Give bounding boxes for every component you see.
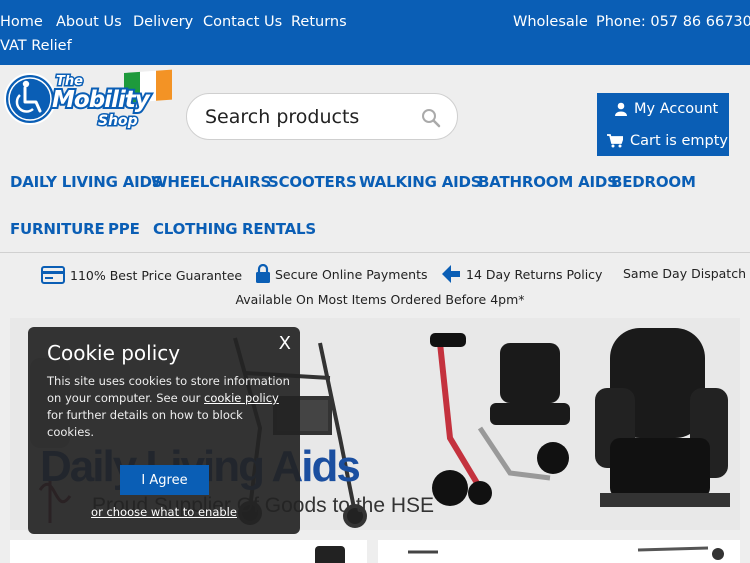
site-logo[interactable]: The Mobility Shop — [4, 69, 174, 137]
credit-card-icon — [41, 266, 65, 284]
search-icon[interactable] — [421, 108, 441, 128]
logo-graphic: The Mobility Shop — [4, 69, 172, 131]
cart-label: Cart is empty — [630, 133, 728, 149]
site-header: The Mobility Shop My Account — [0, 65, 750, 165]
cookie-title: Cookie policy — [47, 341, 181, 365]
nav-link-contact-us[interactable]: Contact Us — [203, 14, 282, 30]
nav-wheelchairs[interactable]: WHEELCHAIRS — [151, 173, 271, 191]
usp-dispatch-note: Available On Most Items Ordered Before 4… — [235, 292, 525, 307]
usp-price-guarantee: 110% Best Price Guarantee — [41, 266, 242, 284]
nav-link-returns[interactable]: Returns — [291, 14, 347, 30]
usp-secure-label: Secure Online Payments — [275, 266, 428, 282]
cart-icon — [607, 134, 623, 148]
product-card-1[interactable] — [10, 540, 367, 563]
nav-link-delivery[interactable]: Delivery — [133, 14, 193, 30]
usp-dispatch-label: Same Day Dispatch — [623, 266, 746, 281]
user-icon — [615, 102, 627, 116]
usp-price-label: 110% Best Price Guarantee — [70, 267, 243, 283]
usp-same-day-dispatch: Same Day Dispatch — [623, 266, 746, 281]
account-panel: My Account Cart is empty — [597, 93, 729, 156]
usp-strip: 110% Best Price Guarantee Secure Online … — [0, 254, 750, 317]
nav-bedroom[interactable]: BEDROOM — [611, 173, 696, 191]
nav-daily-living-aids[interactable]: DAILY LIVING AIDS — [10, 173, 163, 191]
nav-ppe[interactable]: PPE — [108, 220, 140, 238]
nav-bathroom-aids[interactable]: BATHROOM AIDS — [478, 173, 618, 191]
cookie-message: This site uses cookies to store informat… — [47, 373, 292, 441]
phone-number[interactable]: Phone: 057 86 66730 — [596, 14, 750, 30]
product-image-2 — [408, 546, 724, 560]
cookie-text-after: for further details on how to block cook… — [47, 408, 243, 439]
search-input[interactable] — [205, 103, 415, 131]
agree-button[interactable]: I Agree — [120, 465, 209, 495]
nav-link-home[interactable]: Home — [0, 14, 43, 30]
cookie-policy-link[interactable]: cookie policy — [204, 391, 279, 405]
nav-link-vat-relief[interactable]: VAT Relief — [0, 38, 72, 54]
nav-walking-aids[interactable]: WALKING AIDS — [359, 173, 482, 191]
lock-icon — [256, 264, 270, 283]
cart-link[interactable]: Cart is empty — [607, 133, 739, 149]
usp-returns-policy: 14 Day Returns Policy — [441, 264, 602, 284]
category-nav: DAILY LIVING AIDS WHEELCHAIRS SCOOTERS W… — [0, 165, 750, 253]
my-account-link[interactable]: My Account — [615, 101, 747, 117]
nav-clothing[interactable]: CLOTHING — [153, 220, 238, 238]
nav-scooters[interactable]: SCOOTERS — [268, 173, 357, 191]
product-card-2[interactable] — [378, 540, 740, 563]
top-bar: Home About Us Delivery Contact Us Return… — [0, 0, 750, 65]
search-box — [186, 93, 458, 140]
nav-furniture[interactable]: FURNITURE — [10, 220, 105, 238]
usp-secure-payments: Secure Online Payments — [256, 264, 427, 284]
nav-link-wholesale[interactable]: Wholesale — [513, 14, 588, 30]
close-button[interactable]: X — [279, 333, 291, 354]
choose-cookies-link[interactable]: or choose what to enable — [28, 505, 300, 519]
logo-text-mobility: Mobility — [52, 87, 151, 113]
logo-text-shop: Shop — [98, 113, 138, 129]
product-image-1 — [315, 546, 345, 563]
cookie-policy-dialog: X Cookie policy This site uses cookies t… — [28, 327, 300, 534]
my-account-label: My Account — [634, 101, 719, 117]
arrow-left-icon — [442, 265, 460, 283]
nav-link-about-us[interactable]: About Us — [56, 14, 122, 30]
usp-returns-label: 14 Day Returns Policy — [466, 266, 603, 282]
nav-rentals[interactable]: RENTALS — [242, 220, 316, 238]
